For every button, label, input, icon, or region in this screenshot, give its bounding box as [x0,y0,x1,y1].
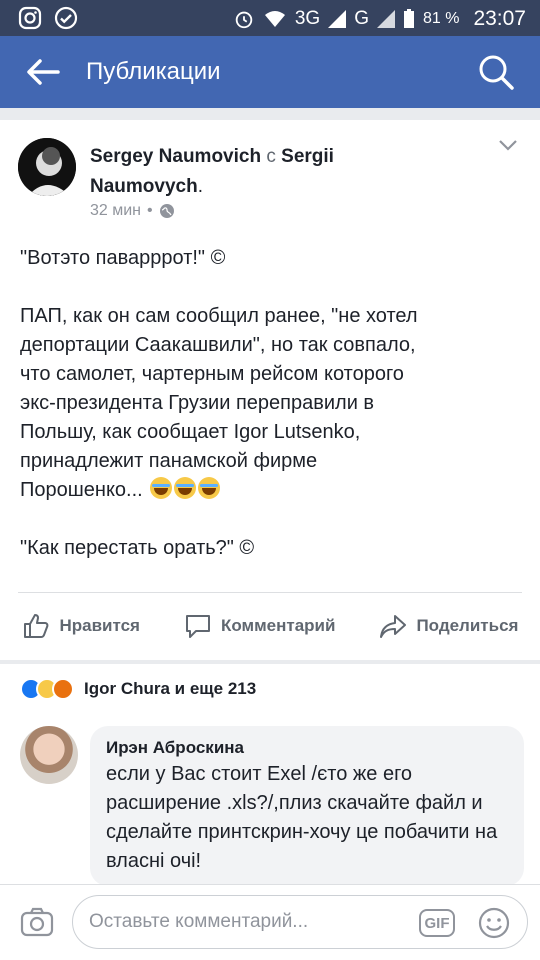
comment-bubble[interactable]: Ирэн Аброскина если у Вас стоит Exel /єт… [90,726,524,886]
post-line: депортации Саакашвили", но так совпало, [20,334,416,356]
page-title: Публикации [86,58,221,85]
camera-icon[interactable] [20,907,54,937]
post-header: Sergey Naumovich с Sergii Naumovych. [90,146,334,197]
angry-reaction-icon [52,678,74,700]
app-bar: Публикации [0,36,540,108]
share-arrow-icon [380,615,407,638]
globe-icon [159,204,174,218]
battery-icon [403,9,414,28]
check-circle-icon [54,6,78,30]
smiley-icon[interactable] [477,906,511,940]
network-type-g: G [354,8,369,29]
comment-composer: GIF [0,884,540,960]
comment-input[interactable] [89,908,409,936]
comments-section: Ирэн Аброскина если у Вас стоит Exel /єт… [0,714,540,886]
divider [18,592,522,593]
like-button[interactable]: Нравится [21,611,140,641]
post-line: Порошенко... [20,479,143,501]
reactions-text: Igor Chura и еще 213 [84,679,257,698]
thumbs-up-icon [24,614,49,638]
share-label: Поделиться [416,616,519,635]
commenter-avatar[interactable] [20,726,78,784]
post-card: Sergey Naumovich с Sergii Naumovych. 32 … [0,120,540,660]
meta-dot: • [147,202,153,219]
laughing-emoji-icon [150,477,173,499]
post-line: что самолет, чартерным рейсом которого [20,363,404,385]
comment-button[interactable]: Комментарий [183,611,335,641]
signal-icon [328,10,347,28]
laughing-emoji-icon [198,477,221,499]
with-word: с [266,146,276,167]
wifi-icon [264,11,285,27]
back-arrow-icon[interactable] [22,56,62,88]
post-line: "Вотэто паварррот!" © [20,247,226,269]
post-line: "Как перестать орать?" © [20,537,255,559]
battery-percent: 81 % [422,10,460,27]
search-icon[interactable] [476,52,516,92]
post-meta: 32 мин • [90,202,175,220]
author-name[interactable]: Sergey Naumovich [90,146,261,167]
comment-text: если у Вас стоит Exel /єто же его расшир… [106,763,498,872]
laughing-emoji-icon [174,477,197,499]
alarm-icon [235,11,253,29]
comment-author[interactable]: Ирэн Аброскина [106,738,508,758]
post-gap [20,505,525,534]
signal-icon-2 [376,10,395,28]
gif-button[interactable]: GIF [419,909,455,937]
post-text: "Вотэто паварррот!" © ПАП, как он сам со… [20,244,525,563]
clock: 23:07 [473,7,526,30]
status-bar: 3G G 81 % 23:07 [0,0,540,36]
post-line-with-emoji: Порошенко... [20,476,525,505]
reactions-summary[interactable]: Igor Chura и еще 213 [0,664,540,714]
tagged-name-line1[interactable]: Sergii [281,146,334,167]
comment-bubble-icon [185,615,210,638]
post-gap [20,273,525,302]
network-type-3g: 3G [294,8,321,29]
post-line: экс-президента Грузии переправили в [20,392,375,414]
chevron-down-icon[interactable] [498,138,518,152]
tagged-name-line2[interactable]: Naumovych [90,176,198,197]
instagram-icon [18,6,42,30]
post-time[interactable]: 32 мин [90,202,141,220]
post-line: принадлежит панамской фирме [20,450,318,472]
post-line: ПАП, как он сам сообщил ранее, "не хотел [20,305,418,327]
author-avatar[interactable] [18,138,76,196]
share-button[interactable]: Поделиться [378,611,518,641]
comment-input-box[interactable]: GIF [72,895,528,949]
like-label: Нравится [59,616,140,635]
post-actions: Нравится Комментарий Поделиться [0,600,540,652]
post-line: Польшу, как сообщает Igor Lutsenko, [20,421,361,443]
avatar-photo [18,138,76,196]
comment-label: Комментарий [220,616,336,635]
